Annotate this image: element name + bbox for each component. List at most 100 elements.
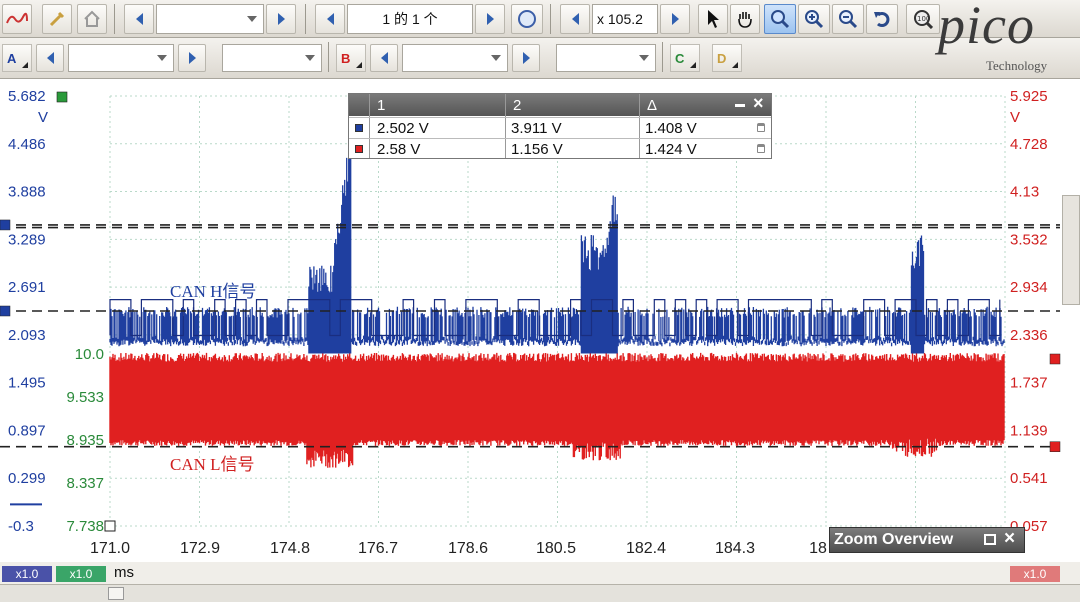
zoom-overview-panel[interactable]: Zoom Overview ×: [829, 527, 1025, 553]
x-tick: 180.5: [536, 540, 576, 557]
measure-col-2: 2: [513, 97, 522, 114]
zoom-out-icon[interactable]: [832, 4, 864, 34]
lock-icon[interactable]: [757, 144, 765, 153]
channel-toolbar: A B C D: [0, 38, 1080, 79]
y-tick-left: 0.299: [8, 470, 46, 487]
zoom-select-icon[interactable]: [764, 4, 796, 34]
channel-b-scale-badge[interactable]: x1.0: [1010, 566, 1060, 582]
annotation-can-h: CAN H信号: [170, 282, 256, 301]
zoom-in-icon[interactable]: [798, 4, 830, 34]
y-tick-right: 5.925: [1010, 88, 1048, 105]
y-unit-right: V: [1010, 109, 1020, 126]
channel-b-range-up[interactable]: [512, 44, 540, 72]
zoom-next-button[interactable]: [660, 4, 690, 34]
horizontal-scrollbar[interactable]: [0, 584, 1080, 602]
lock-icon[interactable]: [757, 123, 765, 132]
axis-end-marker: [104, 520, 116, 532]
x-axis-unit: ms: [114, 564, 134, 581]
scroll-thumb[interactable]: [108, 587, 124, 600]
ruler-handle-b: [1049, 353, 1061, 365]
zoom-overview-title: Zoom Overview: [834, 531, 954, 548]
measure-a-v2: 3.911 V: [511, 120, 562, 137]
measure-row-b[interactable]: 2.58 V 1.156 V 1.424 V: [349, 138, 771, 159]
y-tick-mid: 10.0: [75, 346, 104, 363]
y-tick-right: 4.728: [1010, 136, 1048, 153]
y-unit-left: V: [38, 109, 48, 126]
restore-icon[interactable]: [984, 534, 996, 545]
y-tick-right: 2.336: [1010, 327, 1048, 344]
buffer-prev-button[interactable]: [124, 4, 154, 34]
y-tick-right: 2.934: [1010, 279, 1048, 296]
page-next-button[interactable]: [475, 4, 505, 34]
channel-b-range-select[interactable]: [402, 44, 508, 72]
buffer-next-button[interactable]: [266, 4, 296, 34]
ruler-handle-a: [0, 219, 11, 231]
compass-icon[interactable]: [511, 4, 543, 34]
channel-a-range-down[interactable]: [36, 44, 64, 72]
ruler-handle-b: [1049, 441, 1061, 452]
close-icon[interactable]: ×: [753, 93, 764, 114]
close-icon[interactable]: ×: [1004, 528, 1015, 550]
measure-b-v2: 1.156 V: [511, 141, 563, 158]
measure-col-1: 1: [377, 97, 386, 114]
y-tick-mid: 7.738: [66, 518, 104, 535]
channel-a-scale-badge[interactable]: x1.0: [2, 566, 52, 582]
y-tick-left: 0.897: [8, 422, 46, 439]
undo-zoom-icon[interactable]: [866, 4, 898, 34]
y-tick-left: 3.888: [8, 184, 46, 201]
y-tick-right: 0.541: [1010, 470, 1048, 487]
y-tick-mid: 8.337: [66, 475, 104, 492]
x-tick: 178.6: [448, 540, 488, 557]
vertical-scrollbar[interactable]: [1062, 195, 1080, 305]
y-tick-left: 1.495: [8, 375, 46, 392]
zoom-prev-button[interactable]: [560, 4, 590, 34]
measure-b-v1: 2.58 V: [377, 141, 421, 158]
y-tick-left: 3.289: [8, 231, 46, 248]
scope-mode-icon[interactable]: [2, 4, 32, 34]
home-icon[interactable]: [77, 4, 107, 34]
logo-subtitle: Technology: [986, 58, 1048, 73]
pointer-tool-icon[interactable]: [698, 4, 728, 34]
minimize-icon[interactable]: [735, 104, 745, 107]
annotation-can-l: CAN L信号: [170, 455, 255, 474]
measure-a-delta: 1.408 V: [645, 120, 697, 137]
measure-col-delta: Δ: [647, 97, 658, 114]
channel-a-coupling-select[interactable]: [222, 44, 322, 72]
channel-b-range-down[interactable]: [370, 44, 398, 72]
zoom-value-field[interactable]: x 105.2: [592, 4, 658, 34]
y-tick-left: 2.691: [8, 279, 46, 296]
y-tick-mid: 8.935: [66, 432, 104, 449]
y-tick-left: 5.682: [8, 88, 46, 105]
hand-tool-icon[interactable]: [730, 4, 760, 34]
channel-d-button[interactable]: D: [712, 44, 742, 72]
channel-a-range-up[interactable]: [178, 44, 206, 72]
channel-b-coupling-select[interactable]: [556, 44, 656, 72]
y-tick-left: -0.3: [8, 518, 34, 535]
measurements-table[interactable]: 1 2 Δ × 2.502 V 3.911 V 1.408 V 2.58 V 1…: [348, 93, 772, 159]
y-tick-right: 4.13: [1010, 184, 1039, 201]
main-toolbar: 1 的 1 个 x 105.2 100: [0, 0, 1080, 38]
x-tick: 184.3: [715, 540, 755, 557]
channel-a-button[interactable]: A: [2, 44, 32, 72]
channel-marker-icon: [56, 91, 68, 103]
channel-a-range-select[interactable]: [68, 44, 174, 72]
y-tick-mid: 9.533: [66, 389, 104, 406]
x-tick: 174.8: [270, 540, 310, 557]
y-tick-right: 1.737: [1010, 375, 1048, 392]
channel-c-scale-badge[interactable]: x1.0: [56, 566, 106, 582]
channel-c-button[interactable]: C: [670, 44, 700, 72]
y-tick-left: 4.486: [8, 136, 46, 153]
page-counter: 1 的 1 个: [347, 4, 473, 34]
measure-row-a[interactable]: 2.502 V 3.911 V 1.408 V: [349, 117, 771, 138]
page-prev-button[interactable]: [315, 4, 345, 34]
buffer-select[interactable]: [156, 4, 264, 34]
x-tick: 176.7: [358, 540, 398, 557]
measure-a-v1: 2.502 V: [377, 120, 429, 137]
logo-brand: pico: [938, 0, 1035, 55]
axis-scale-bar: [0, 562, 1080, 584]
channel-b-button[interactable]: B: [336, 44, 366, 72]
auto-setup-icon[interactable]: [42, 4, 72, 34]
ruler-handle-a: [0, 305, 11, 317]
pico-logo: pico Technology: [920, 0, 1080, 79]
x-tick: 171.0: [90, 540, 130, 557]
